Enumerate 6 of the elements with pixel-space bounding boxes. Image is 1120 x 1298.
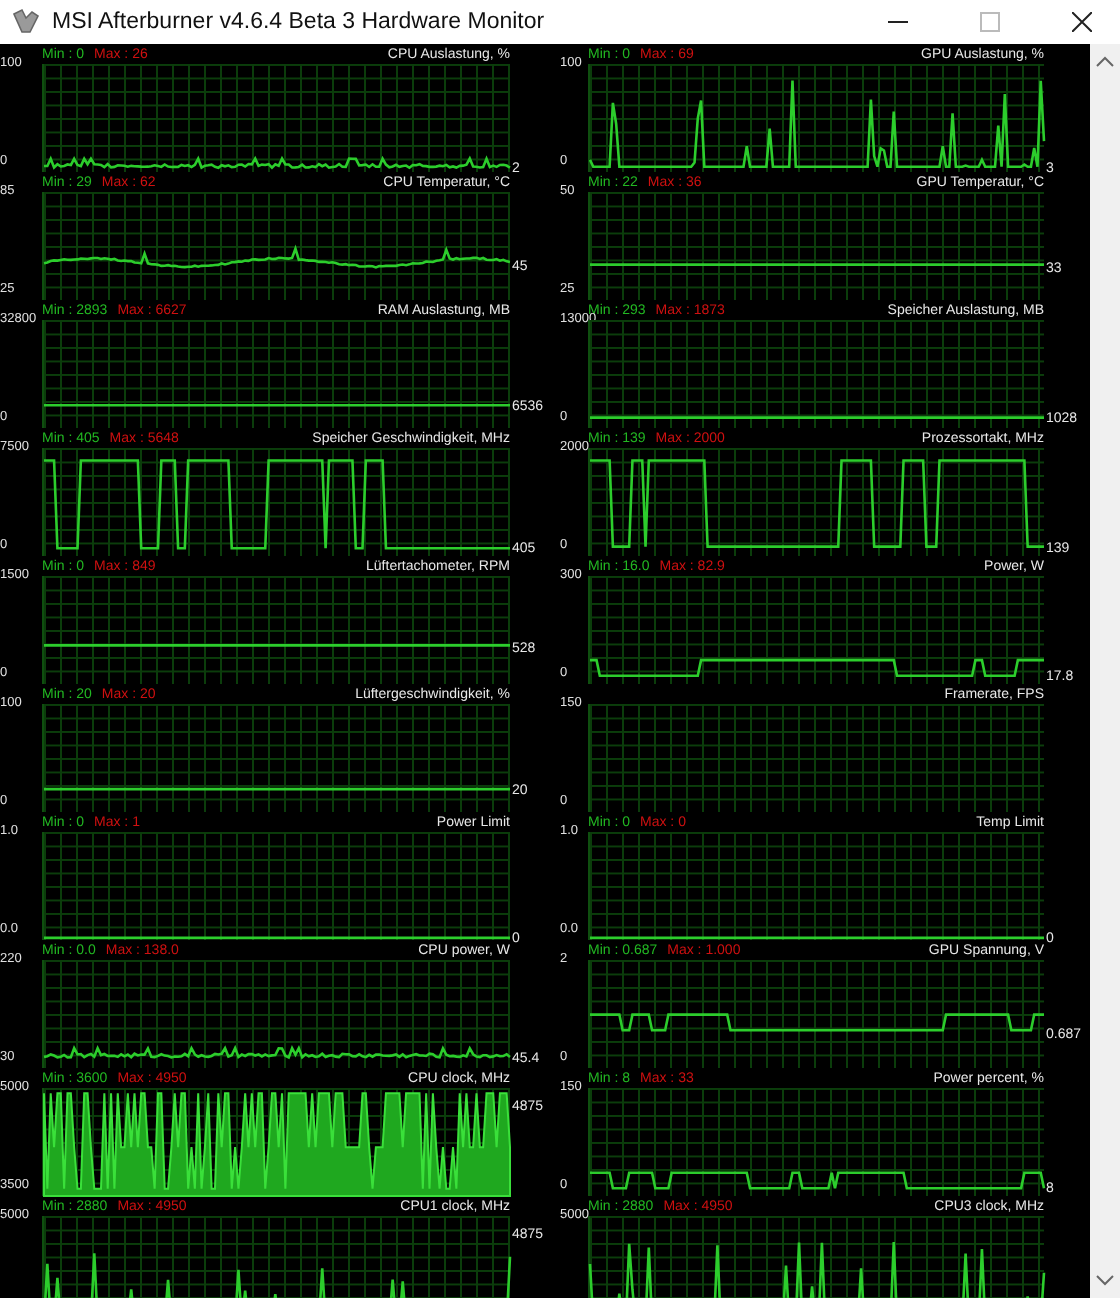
scrollbar[interactable] (1090, 44, 1120, 1298)
close-icon[interactable] (1072, 12, 1092, 32)
scroll-down-icon[interactable] (1096, 1274, 1114, 1286)
window-title: MSI Afterburner v4.6.4 Beta 3 Hardware Monitor (52, 10, 545, 34)
scroll-up-icon[interactable] (1096, 56, 1114, 68)
app-icon (12, 8, 40, 36)
